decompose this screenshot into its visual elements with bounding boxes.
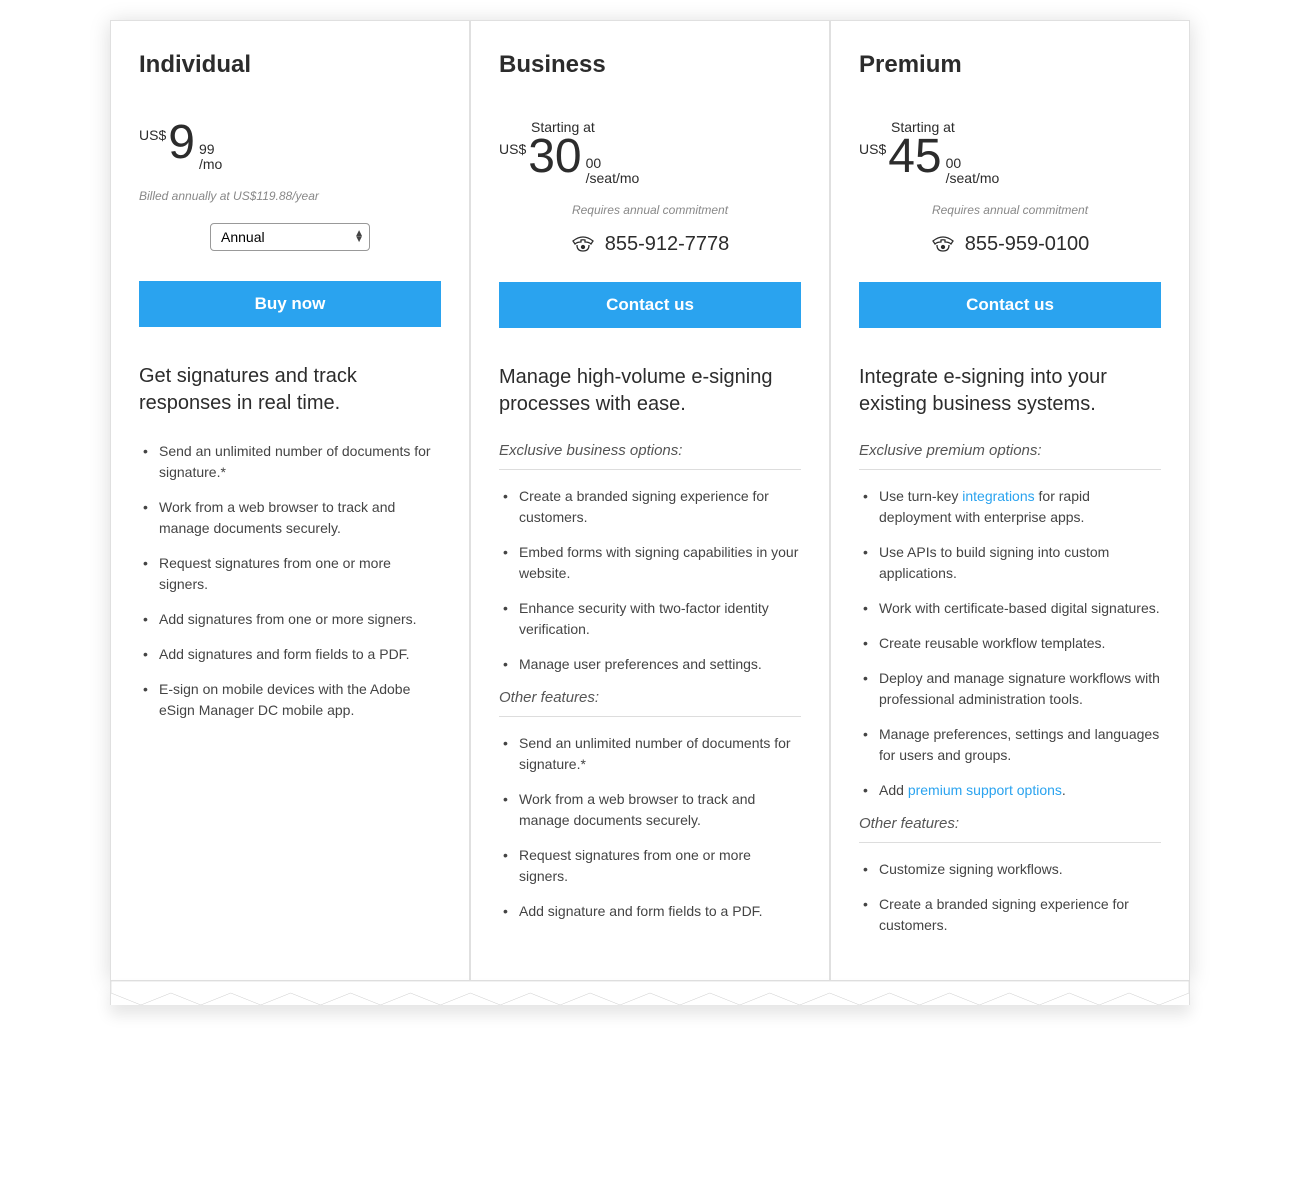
feature-item: Create reusable workflow templates. — [859, 633, 1161, 654]
price-block: Starting at US$ 30 00 /seat/mo — [499, 119, 801, 191]
price-unit: /seat/mo — [946, 171, 1000, 186]
feature-list: Create a branded signing experience for … — [499, 486, 801, 675]
price-main: 30 — [528, 133, 581, 181]
price-block: Starting at US$ 45 00 /seat/mo — [859, 119, 1161, 191]
feature-item: Create a branded signing experience for … — [499, 486, 801, 528]
feature-item: Work from a web browser to track and man… — [499, 789, 801, 831]
section-label: Exclusive business options: — [499, 442, 801, 470]
section-label: Other features: — [859, 815, 1161, 843]
buy-now-button[interactable]: Buy now — [139, 281, 441, 327]
phone-line: 855-959-0100 — [859, 233, 1161, 256]
feature-list: Send an unlimited number of documents fo… — [499, 733, 801, 922]
torn-edge-decoration — [110, 981, 1190, 1005]
phone-line: 855-912-7778 — [499, 233, 801, 256]
plan-headline: Integrate e-signing into your existing b… — [859, 364, 1161, 418]
phone-icon — [571, 235, 595, 253]
price-cents: 00 — [586, 156, 640, 171]
currency-label: US$ — [859, 141, 886, 157]
feature-item: Add signature and form fields to a PDF. — [499, 901, 801, 922]
feature-item: Use turn-key integrations for rapid depl… — [859, 486, 1161, 528]
plan-title: Premium — [859, 51, 1161, 79]
phone-number: 855-912-7778 — [605, 233, 730, 256]
billed-note: Billed annually at US$119.88/year — [139, 189, 441, 203]
price-unit: /mo — [199, 157, 222, 172]
feature-item: Create a branded signing experience for … — [859, 894, 1161, 936]
currency-label: US$ — [139, 127, 166, 143]
feature-list: Use turn-key integrations for rapid depl… — [859, 486, 1161, 801]
feature-item: Use APIs to build signing into custom ap… — [859, 542, 1161, 584]
commitment-note: Requires annual commitment — [499, 203, 801, 217]
feature-item: Deploy and manage signature workflows wi… — [859, 668, 1161, 710]
price-cents: 00 — [946, 156, 1000, 171]
price-sub: 99 /mo — [199, 142, 222, 173]
price-main: 9 — [168, 119, 195, 167]
plan-card-individual: Individual US$ 9 99 /mo Billed annually … — [110, 20, 470, 981]
feature-item: Add signatures and form fields to a PDF. — [139, 644, 441, 665]
phone-number: 855-959-0100 — [965, 233, 1090, 256]
plan-title: Individual — [139, 51, 441, 79]
feature-list: Send an unlimited number of documents fo… — [139, 441, 441, 721]
plan-card-business: Business Starting at US$ 30 00 /seat/mo … — [470, 20, 830, 981]
integrations-link[interactable]: integrations — [962, 488, 1034, 504]
feature-item: Manage user preferences and settings. — [499, 654, 801, 675]
feature-item: Embed forms with signing capabilities in… — [499, 542, 801, 584]
price-line: US$ 30 00 /seat/mo — [499, 133, 801, 191]
feature-item: Work with certificate-based digital sign… — [859, 598, 1161, 619]
feature-item: Manage preferences, settings and languag… — [859, 724, 1161, 766]
feature-item: Request signatures from one or more sign… — [499, 845, 801, 887]
currency-label: US$ — [499, 141, 526, 157]
price-line: US$ 45 00 /seat/mo — [859, 133, 1161, 191]
feature-item: Send an unlimited number of documents fo… — [139, 441, 441, 483]
feature-item: E-sign on mobile devices with the Adobe … — [139, 679, 441, 721]
pricing-container: Individual US$ 9 99 /mo Billed annually … — [110, 20, 1190, 981]
feature-item: Enhance security with two-factor identit… — [499, 598, 801, 640]
plan-card-premium: Premium Starting at US$ 45 00 /seat/mo R… — [830, 20, 1190, 981]
section-label: Other features: — [499, 689, 801, 717]
feature-item: Add premium support options. — [859, 780, 1161, 801]
price-unit: /seat/mo — [586, 171, 640, 186]
premium-support-link[interactable]: premium support options — [908, 782, 1062, 798]
feature-item: Customize signing workflows. — [859, 859, 1161, 880]
commitment-note: Requires annual commitment — [859, 203, 1161, 217]
feature-list: Customize signing workflows. Create a br… — [859, 859, 1161, 936]
plan-headline: Manage high-volume e-signing processes w… — [499, 364, 801, 418]
contact-us-button[interactable]: Contact us — [859, 282, 1161, 328]
plan-title: Business — [499, 51, 801, 79]
contact-us-button[interactable]: Contact us — [499, 282, 801, 328]
price-main: 45 — [888, 133, 941, 181]
section-label: Exclusive premium options: — [859, 442, 1161, 470]
feature-item: Work from a web browser to track and man… — [139, 497, 441, 539]
feature-item: Send an unlimited number of documents fo… — [499, 733, 801, 775]
feature-item: Request signatures from one or more sign… — [139, 553, 441, 595]
billing-dropdown-wrapper: Annual ▲▼ — [139, 223, 441, 251]
price-block: US$ 9 99 /mo — [139, 119, 441, 177]
phone-icon — [931, 235, 955, 253]
billing-cycle-select[interactable]: Annual — [210, 223, 370, 251]
price-sub: 00 /seat/mo — [946, 156, 1000, 187]
plan-headline: Get signatures and track responses in re… — [139, 363, 441, 417]
feature-item: Add signatures from one or more signers. — [139, 609, 441, 630]
price-cents: 99 — [199, 142, 222, 157]
price-sub: 00 /seat/mo — [586, 156, 640, 187]
price-line: US$ 9 99 /mo — [139, 119, 441, 177]
